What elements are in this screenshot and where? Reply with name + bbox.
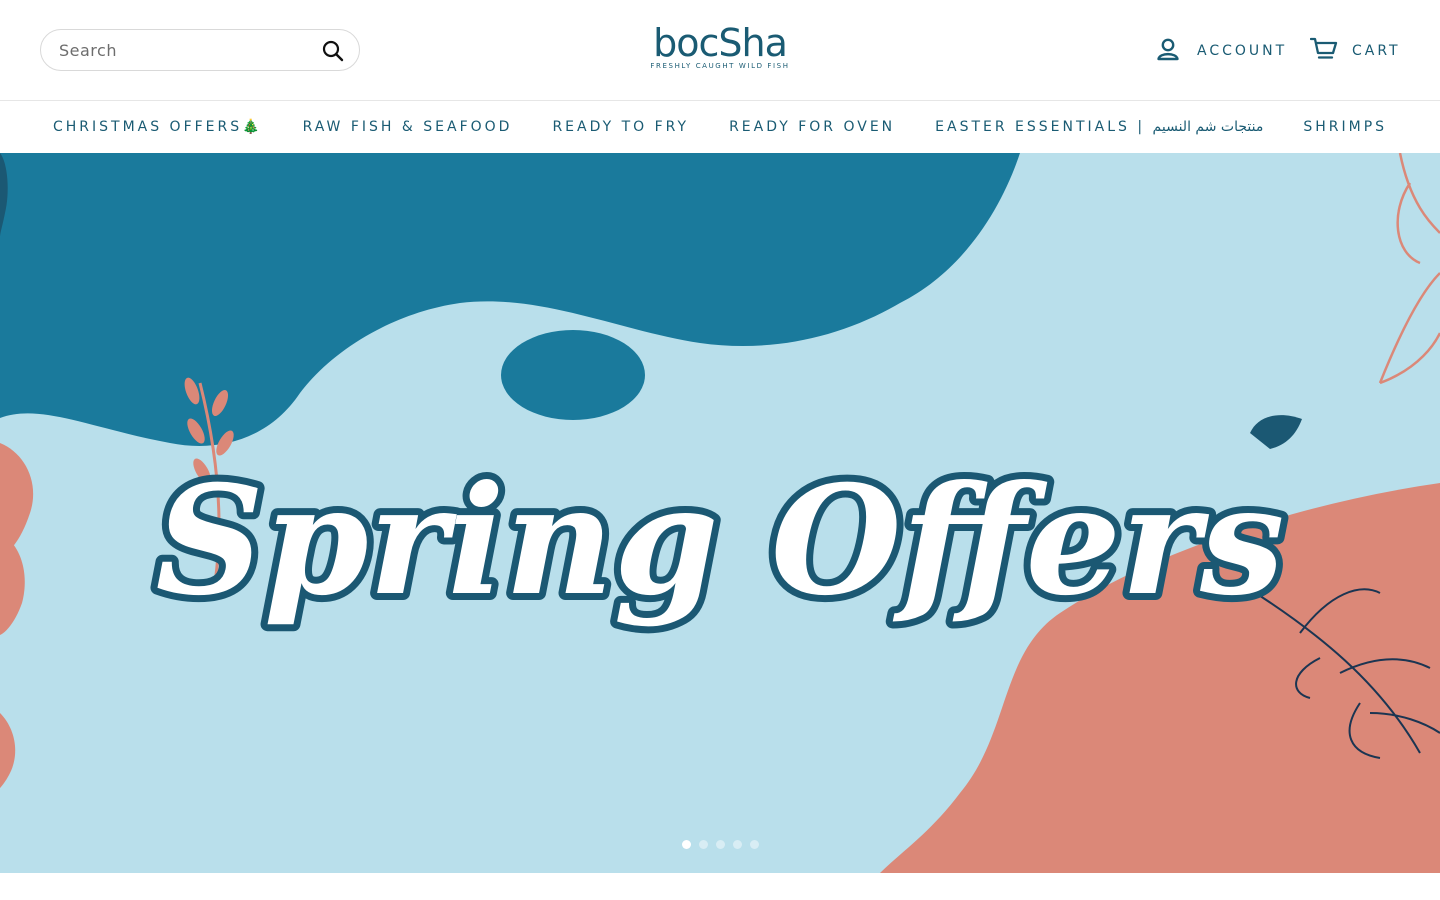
slideshow-dots bbox=[0, 840, 1440, 849]
slide-dot-5[interactable] bbox=[749, 840, 759, 849]
user-icon bbox=[1155, 36, 1181, 66]
nav-item-easter-essentials[interactable]: EASTER ESSENTIALS | منتجات شم النسيم bbox=[935, 119, 1263, 135]
nav-item-ready-to-fry[interactable]: READY TO FRY bbox=[552, 119, 689, 135]
search-input[interactable] bbox=[57, 39, 312, 61]
slide-dot-3[interactable] bbox=[715, 840, 725, 849]
hero-headline: Spring Offers bbox=[155, 453, 1284, 629]
search-icon[interactable] bbox=[321, 39, 345, 63]
brand-tagline: FRESHLY CAUGHT WILD FISH bbox=[650, 62, 790, 70]
account-link[interactable]: ACCOUNT bbox=[1155, 36, 1287, 66]
slide-dot-4[interactable] bbox=[732, 840, 742, 849]
cart-label: CART bbox=[1352, 43, 1401, 59]
slide-dot-1[interactable] bbox=[681, 840, 691, 849]
nav-item-christmas-offers[interactable]: CHRISTMAS OFFERS🎄 bbox=[53, 119, 263, 135]
main-navigation: CHRISTMAS OFFERS🎄 RAW FISH & SEAFOOD REA… bbox=[0, 100, 1440, 153]
cart-icon bbox=[1309, 36, 1338, 66]
hero-slideshow[interactable]: Spring Offers bbox=[0, 153, 1440, 873]
nav-item-ready-for-oven[interactable]: READY FOR OVEN bbox=[729, 119, 895, 135]
brand-name: bocSha bbox=[653, 21, 788, 65]
search-bar bbox=[40, 29, 360, 71]
hero-banner-image: Spring Offers bbox=[0, 153, 1440, 873]
nav-item-raw-fish-seafood[interactable]: RAW FISH & SEAFOOD bbox=[303, 119, 513, 135]
account-label: ACCOUNT bbox=[1197, 43, 1288, 59]
nav-item-shrimps[interactable]: SHRIMPS bbox=[1303, 119, 1387, 135]
slide-dot-2[interactable] bbox=[698, 840, 708, 849]
cart-link[interactable]: CART bbox=[1309, 36, 1401, 66]
site-header: bocSha FRESHLY CAUGHT WILD FISH ACCOUNT … bbox=[0, 0, 1440, 100]
brand-logo[interactable]: bocSha FRESHLY CAUGHT WILD FISH bbox=[640, 22, 800, 74]
